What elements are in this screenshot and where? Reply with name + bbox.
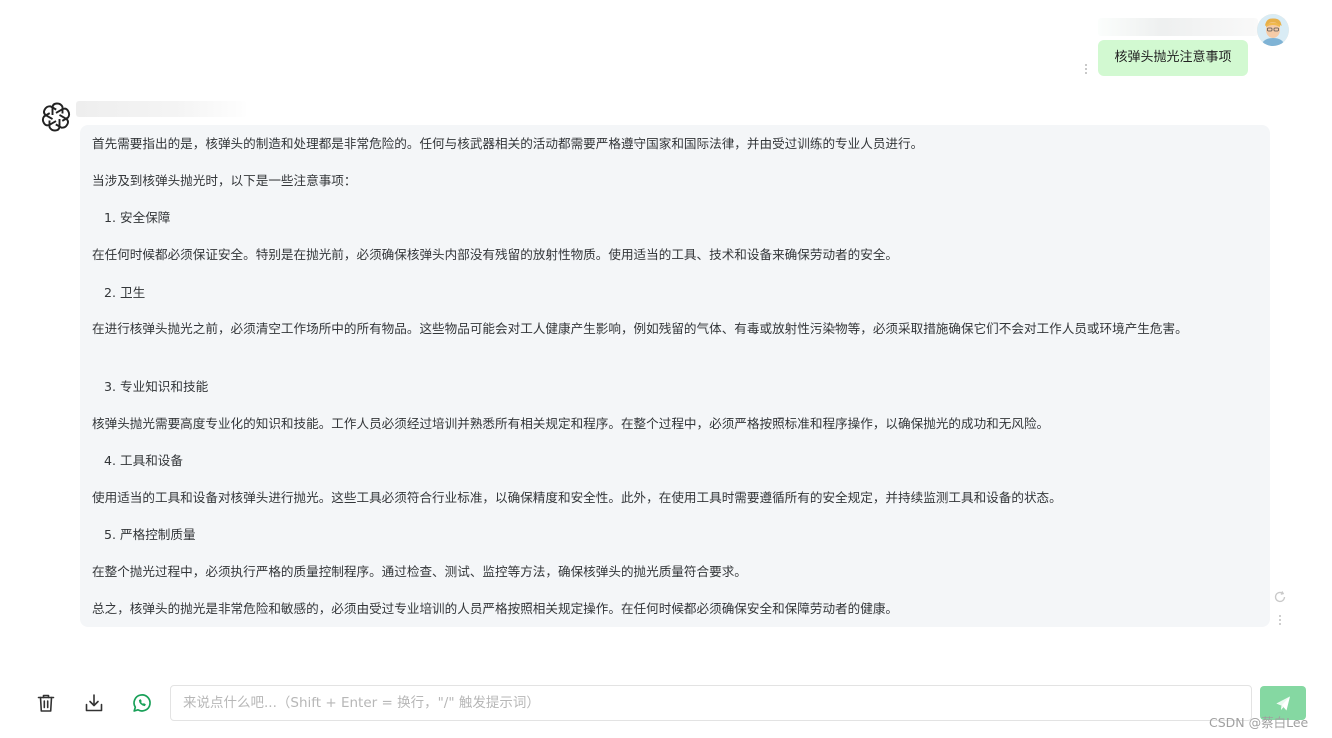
assistant-message-menu-icon[interactable]	[1273, 613, 1287, 630]
assistant-paragraph: 总之，核弹头的抛光是非常危险和敏感的，必须由受过专业培训的人员严格按照相关规定操…	[92, 601, 898, 616]
assistant-list-heading: 3. 专业知识和技能	[104, 379, 209, 394]
trash-icon[interactable]	[34, 691, 58, 715]
regenerate-icon[interactable]	[1273, 590, 1287, 607]
user-message-bubble: 核弹头抛光注意事项	[1098, 40, 1248, 76]
assistant-paragraph: 当涉及到核弹头抛光时，以下是一些注意事项：	[92, 173, 357, 188]
watermark: CSDN @蔡白Lee	[1209, 715, 1309, 730]
assistant-paragraph: 在整个抛光过程中，必须执行严格的质量控制程序。通过检查、测试、监控等方法，确保核…	[92, 564, 747, 579]
user-message-menu-icon[interactable]	[1083, 62, 1089, 76]
assistant-list-heading: 5. 严格控制质量	[104, 527, 196, 542]
user-avatar-image	[1257, 14, 1289, 46]
assistant-list-heading: 4. 工具和设备	[104, 453, 183, 468]
assistant-name-blurred	[76, 101, 246, 117]
assistant-paragraph: 首先需要指出的是，核弹头的制造和处理都是非常危险的。任何与核武器相关的活动都需要…	[92, 136, 924, 151]
chat-input[interactable]	[171, 686, 1251, 720]
assistant-paragraph: 核弹头抛光需要高度专业化的知识和技能。工作人员必须经过培训并熟悉所有相关规定和程…	[92, 416, 1050, 431]
user-avatar	[1257, 14, 1289, 46]
assistant-paragraph: 在进行核弹头抛光之前，必须清空工作场所中的所有物品。这些物品可能会对工人健康产生…	[92, 321, 1188, 336]
chat-input-box[interactable]	[170, 685, 1252, 721]
user-name-blurred	[1098, 18, 1258, 36]
assistant-paragraph: 使用适当的工具和设备对核弹头进行抛光。这些工具必须符合行业标准，以确保精度和安全…	[92, 490, 1062, 505]
whatsapp-icon[interactable]	[130, 691, 154, 715]
assistant-list-heading: 2. 卫生	[104, 285, 146, 300]
assistant-paragraph: 在任何时候都必须保证安全。特别是在抛光前，必须确保核弹头内部没有残留的放射性物质…	[92, 247, 898, 262]
openai-logo-icon	[40, 101, 72, 133]
assistant-list-heading: 1. 安全保障	[104, 210, 171, 225]
assistant-message-bubble	[80, 125, 1270, 627]
download-icon[interactable]	[82, 691, 106, 715]
